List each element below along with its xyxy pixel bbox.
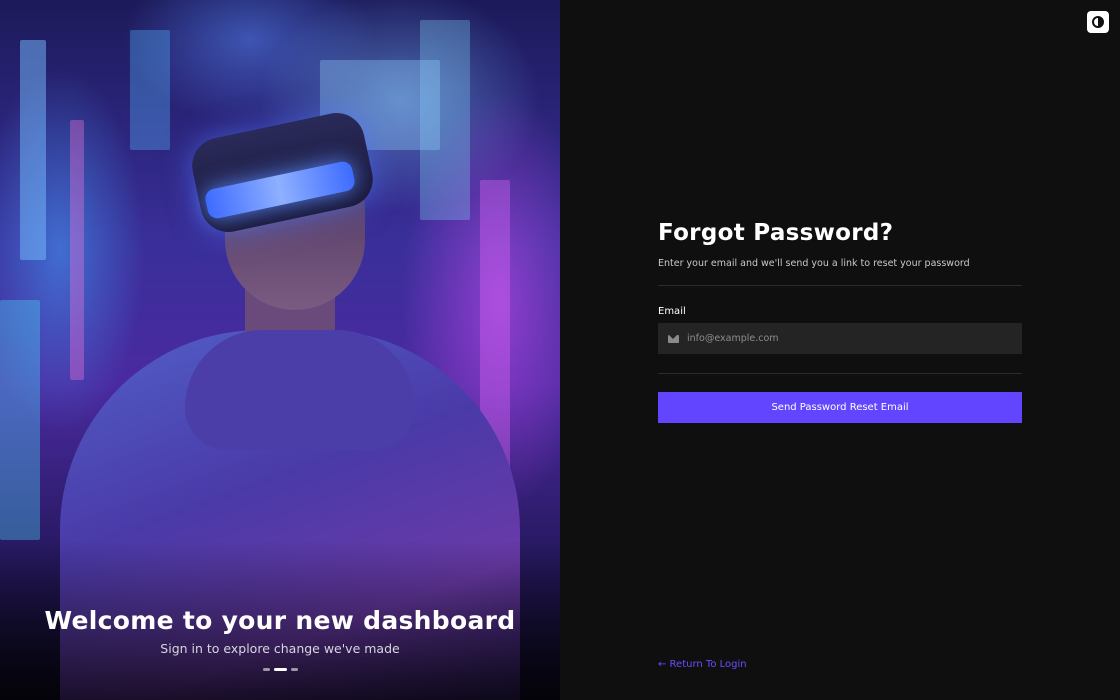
hero-subtitle: Sign in to explore change we've made — [160, 641, 400, 656]
carousel-dot[interactable] — [263, 668, 270, 671]
theme-toggle-button[interactable] — [1087, 11, 1109, 33]
city-light-streak — [130, 30, 170, 150]
divider — [658, 285, 1022, 286]
email-field-wrapper — [658, 323, 1022, 354]
contrast-icon — [1092, 16, 1104, 28]
carousel-dot[interactable] — [291, 668, 298, 671]
send-reset-email-button[interactable]: Send Password Reset Email — [658, 392, 1022, 423]
city-light-streak — [20, 40, 46, 260]
city-light-streak — [0, 300, 40, 540]
hero-title: Welcome to your new dashboard — [44, 606, 516, 635]
carousel-indicators — [263, 668, 298, 671]
page-title: Forgot Password? — [658, 220, 894, 246]
city-light-streak — [70, 120, 84, 380]
forgot-password-form: Forgot Password? Enter your email and we… — [658, 220, 1022, 423]
mail-icon — [668, 334, 679, 343]
divider — [658, 373, 1022, 374]
email-field[interactable] — [687, 323, 1022, 354]
hero-person-hood — [185, 330, 415, 450]
return-to-login-link[interactable]: ← Return To Login — [658, 659, 747, 670]
carousel-dot-active[interactable] — [274, 668, 287, 671]
email-label: Email — [658, 306, 686, 317]
page-subtitle: Enter your email and we'll send you a li… — [658, 258, 970, 269]
hero-panel: Welcome to your new dashboard Sign in to… — [0, 0, 560, 700]
